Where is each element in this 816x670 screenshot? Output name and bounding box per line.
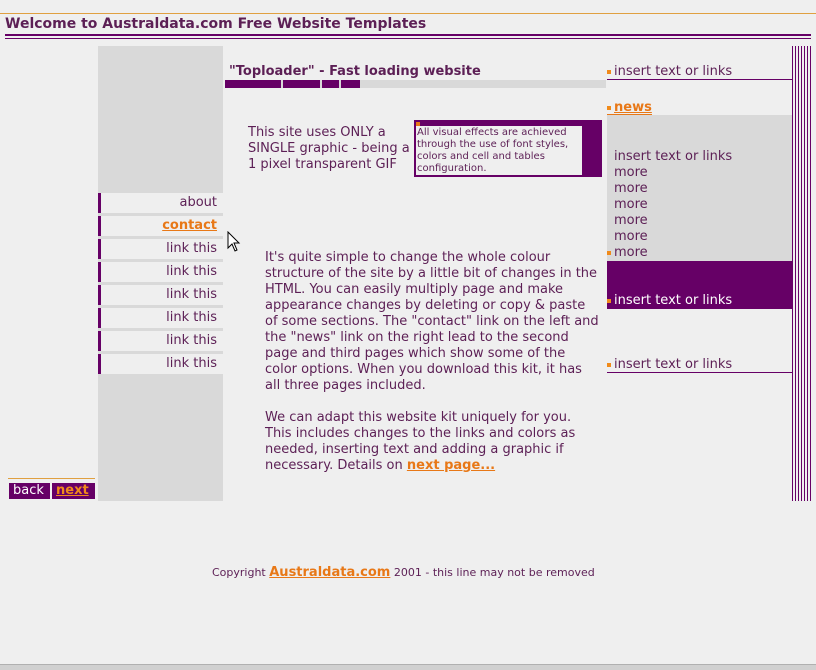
heading-bar-segment — [341, 80, 360, 88]
news-bullet-icon — [607, 106, 611, 110]
bullet-icon — [607, 363, 611, 367]
more-link[interactable]: more — [614, 213, 648, 229]
more-link[interactable]: more — [614, 245, 648, 261]
mouse-pointer-icon — [227, 231, 241, 252]
nav-item-about[interactable]: about — [98, 193, 223, 213]
bullet-icon — [607, 70, 611, 74]
site-title: Welcome to Australdata.com Free Website … — [5, 16, 427, 32]
footer-brand-link[interactable]: Australdata.com — [269, 565, 390, 580]
right-link-bottom[interactable]: insert text or links — [614, 357, 732, 373]
heading-bar-segment — [225, 80, 281, 88]
heading-bar-segment — [322, 80, 339, 88]
right-link-top[interactable]: insert text or links — [614, 64, 732, 80]
footer-copyright: Copyright Australdata.com 2001 - this li… — [212, 565, 595, 581]
nav-item-contact[interactable]: contact — [98, 216, 223, 236]
back-next-rule — [8, 478, 95, 479]
bullet-icon — [607, 299, 611, 303]
nav-item-link-6[interactable]: link this — [98, 354, 223, 374]
next-page-link[interactable]: next page... — [407, 458, 495, 473]
main-heading: "Toploader" - Fast loading website — [229, 64, 481, 79]
heading-bar-segment — [283, 80, 320, 88]
window-status-bar — [0, 664, 816, 670]
nav-item-link-2[interactable]: link this — [98, 262, 223, 282]
more-link[interactable]: more — [614, 229, 648, 245]
intro-text: This site uses ONLY a SINGLE graphic - b… — [248, 125, 410, 172]
news-insert-link[interactable]: insert text or links — [614, 149, 732, 165]
nav-item-link-5[interactable]: link this — [98, 331, 223, 351]
header-rule-thin — [5, 38, 811, 39]
header-rule-thick — [5, 34, 811, 36]
more-link[interactable]: more — [614, 197, 648, 213]
nav-item-link-3[interactable]: link this — [98, 285, 223, 305]
news-link[interactable]: news — [614, 100, 652, 115]
bullet-icon — [607, 251, 611, 255]
next-button[interactable]: next — [52, 483, 95, 499]
right-link-rule — [607, 79, 792, 80]
back-button[interactable]: back — [9, 483, 50, 499]
callout-text: All visual effects are achieved through … — [416, 126, 582, 175]
right-stripe-decoration — [792, 46, 811, 501]
nav-item-link-1[interactable]: link this — [98, 239, 223, 259]
body-paragraph-2: We can adapt this website kit uniquely f… — [265, 410, 600, 474]
right-link-rule — [607, 372, 792, 373]
more-link[interactable]: more — [614, 181, 648, 197]
body-paragraph-1: It's quite simple to change the whole co… — [265, 250, 599, 393]
footer-suffix: 2001 - this line may not be removed — [393, 566, 595, 579]
more-link[interactable]: more — [614, 165, 648, 181]
header-top-rule — [0, 13, 816, 14]
callout-box: All visual effects are achieved through … — [414, 120, 602, 177]
nav-item-link-4[interactable]: link this — [98, 308, 223, 328]
purple-insert-link[interactable]: insert text or links — [614, 293, 732, 309]
footer-prefix: Copyright — [212, 566, 266, 579]
